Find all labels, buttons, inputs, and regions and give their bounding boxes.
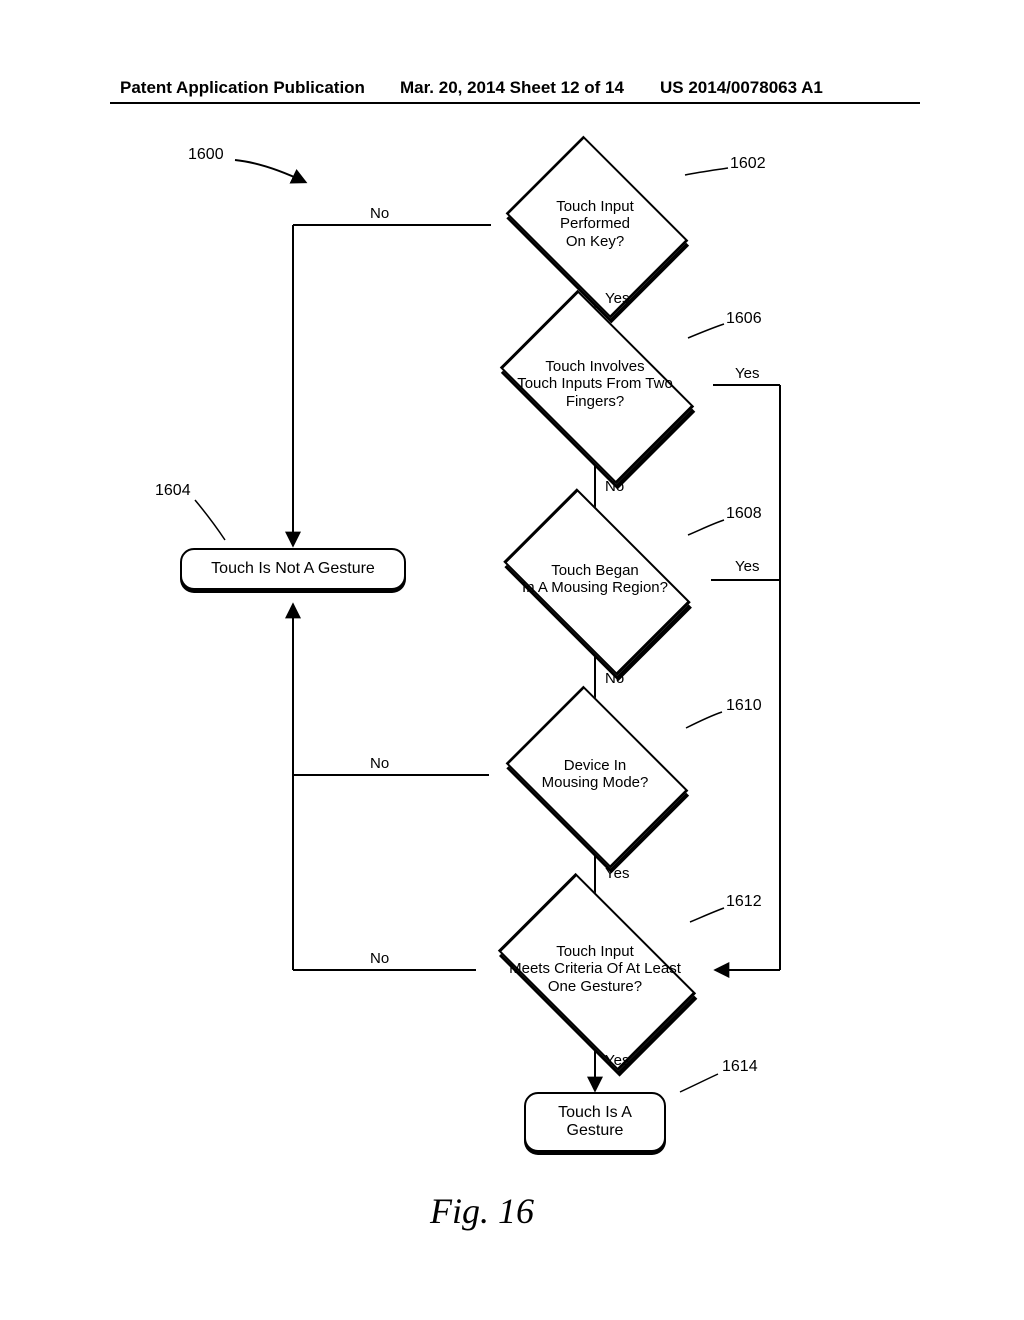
- text: On Key?: [566, 233, 624, 250]
- terminal-not-a-gesture: Touch Is Not A Gesture: [180, 548, 406, 590]
- text: Touch Input: [556, 198, 634, 215]
- edge-1602-yes: Yes: [605, 290, 629, 307]
- ref-1612: 1612: [726, 893, 762, 911]
- edge-1606-yes: Yes: [735, 365, 759, 382]
- decision-two-fingers-label: Touch Involves Touch Inputs From Two Fin…: [485, 358, 705, 410]
- text: One Gesture?: [548, 978, 642, 995]
- edge-1612-yes: Yes: [605, 1052, 629, 1069]
- edge-1606-no: No: [605, 478, 624, 495]
- ref-1602: 1602: [730, 155, 766, 173]
- figure-caption: Fig. 16: [430, 1190, 534, 1232]
- text: Touch Involves: [545, 358, 644, 375]
- text: Mousing Mode?: [542, 774, 649, 791]
- text: Touch Is A: [558, 1104, 632, 1121]
- ref-1608: 1608: [726, 505, 762, 523]
- edge-1610-yes: Yes: [605, 865, 629, 882]
- text: Meets Criteria Of At Least: [509, 960, 681, 977]
- text: In A Mousing Region?: [522, 579, 668, 596]
- edge-1612-no: No: [370, 950, 389, 967]
- ref-1604: 1604: [155, 482, 191, 500]
- ref-1614: 1614: [722, 1058, 758, 1076]
- page: Patent Application Publication Mar. 20, …: [0, 0, 1024, 1320]
- edge-1610-no: No: [370, 755, 389, 772]
- ref-1606: 1606: [726, 310, 762, 328]
- decision-touch-on-key-label: Touch Input Performed On Key?: [485, 198, 705, 250]
- text: Fingers?: [566, 393, 624, 410]
- edge-1608-no: No: [605, 670, 624, 687]
- text: Touch Began: [551, 562, 639, 579]
- text: Device In: [564, 757, 627, 774]
- terminal-is-a-gesture: Touch Is A Gesture: [524, 1092, 666, 1152]
- edge-1602-no: No: [370, 205, 389, 222]
- decision-meets-gesture-criteria-label: Touch Input Meets Criteria Of At Least O…: [485, 943, 705, 995]
- edge-1608-yes: Yes: [735, 558, 759, 575]
- ref-1610: 1610: [726, 697, 762, 715]
- decision-mousing-mode-label: Device In Mousing Mode?: [485, 757, 705, 792]
- ref-1600: 1600: [188, 146, 224, 164]
- text: Touch Is Not A Gesture: [211, 560, 375, 577]
- text: Touch Input: [556, 943, 634, 960]
- text: Touch Inputs From Two: [517, 375, 673, 392]
- decision-mousing-region-label: Touch Began In A Mousing Region?: [485, 562, 705, 597]
- text: Performed: [560, 215, 630, 232]
- text: Gesture: [567, 1122, 624, 1139]
